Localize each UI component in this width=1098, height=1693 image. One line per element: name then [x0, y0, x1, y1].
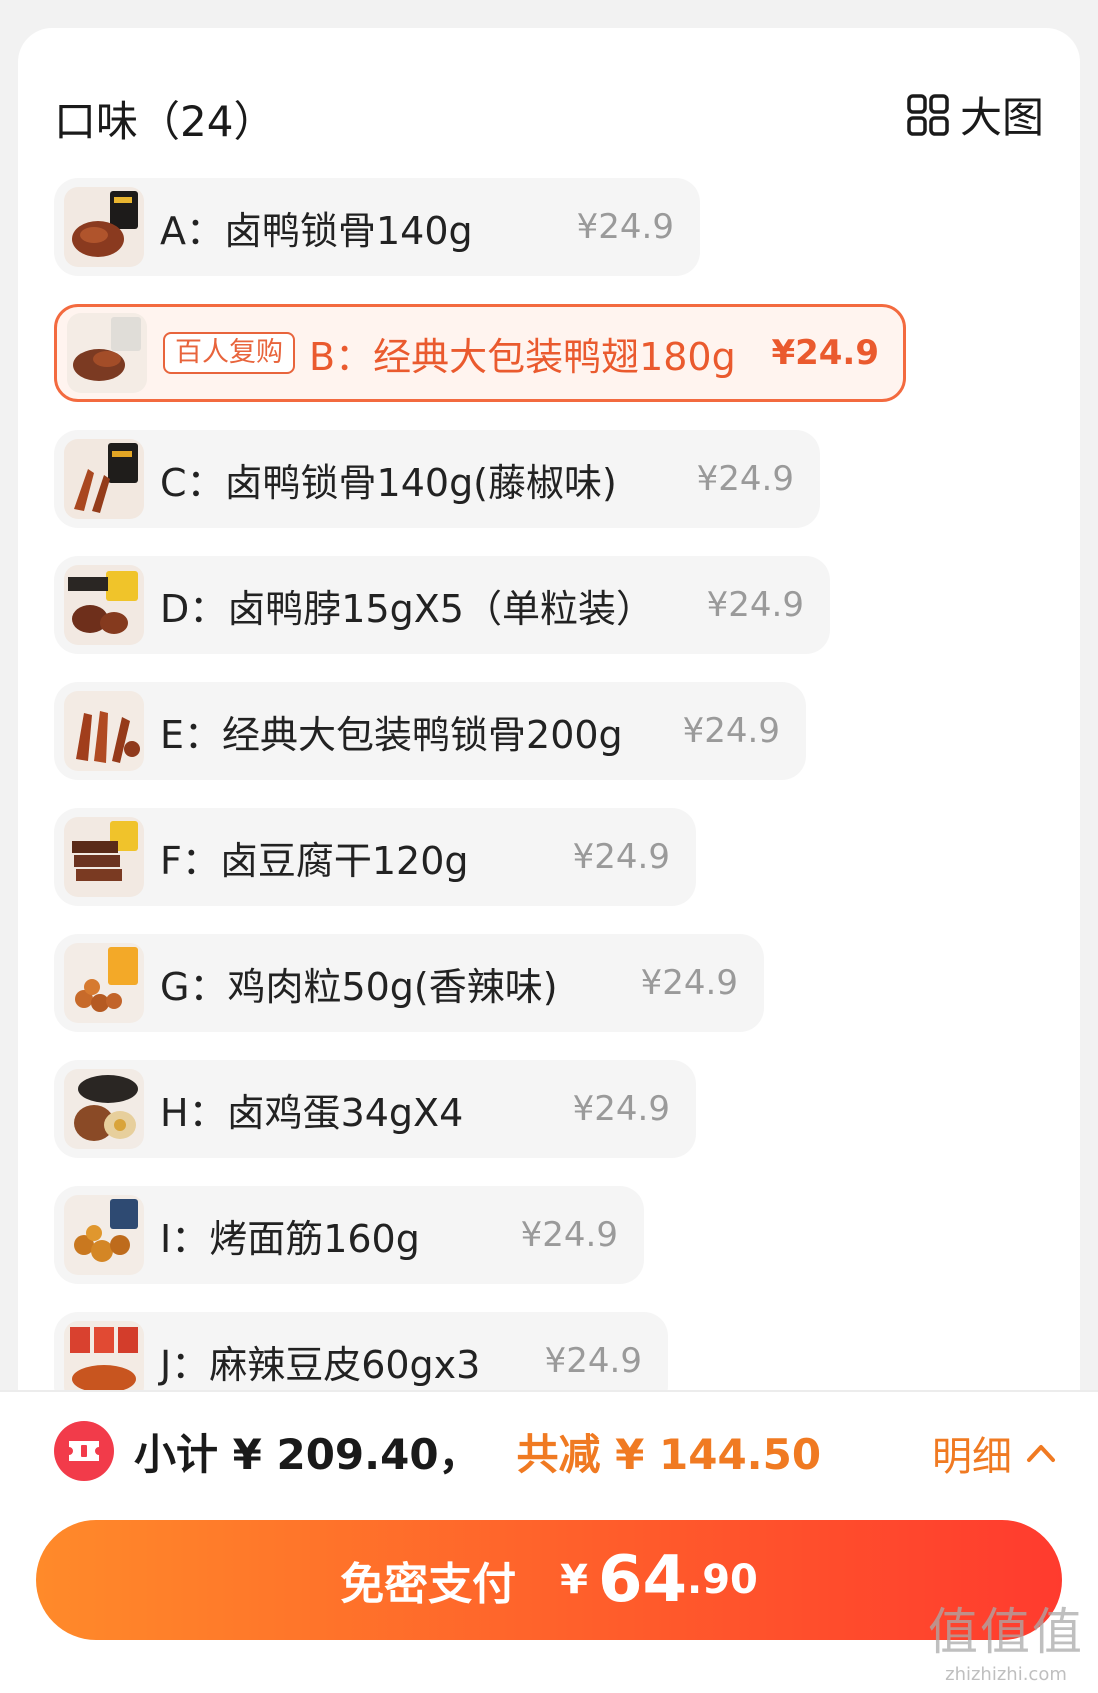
option-label: F：卤豆腐干120g — [160, 838, 469, 883]
flavor-option-h[interactable]: H：卤鸡蛋34gX4 ¥24.9 — [54, 1060, 696, 1158]
thumb-spicy-tofu-skin — [64, 1321, 144, 1401]
flavor-option-a[interactable]: A：卤鸭锁骨140g ¥24.9 — [54, 178, 700, 276]
site-watermark: 值值值 zhizhizhi.com — [928, 1592, 1084, 1685]
flavor-title: 口味（24） — [54, 97, 276, 146]
pay-amount-decimal: .90 — [687, 1557, 758, 1603]
flavor-option-c[interactable]: C：卤鸭锁骨140g(藤椒味) ¥24.9 — [54, 430, 820, 528]
big-view-label: 大图 — [959, 93, 1044, 142]
chevron-up-icon — [1027, 1445, 1055, 1462]
option-price: ¥24.9 — [640, 963, 738, 1003]
flavor-option-b[interactable]: 百人复购 B：经典大包装鸭翅180g ¥24.9 — [54, 304, 906, 402]
option-price: ¥24.9 — [572, 837, 670, 877]
option-label: B：经典大包装鸭翅180g — [309, 334, 736, 379]
detail-toggle[interactable]: 明细 — [932, 1424, 1058, 1482]
option-price: ¥24.9 — [572, 1089, 670, 1129]
thumb-duck-clavicle — [64, 187, 144, 267]
option-label: A：卤鸭锁骨140g — [160, 208, 473, 253]
option-price: ¥24.9 — [696, 459, 794, 499]
flavor-option-f[interactable]: F：卤豆腐干120g ¥24.9 — [54, 808, 696, 906]
pay-label: 免密支付 — [340, 1559, 517, 1610]
thumb-duck-wing — [67, 313, 147, 393]
pay-amount-integer: 64 — [597, 1543, 688, 1617]
option-price: ¥24.9 — [544, 1341, 642, 1381]
watermark-site: zhizhizhi.com — [945, 1664, 1067, 1685]
repurchase-badge: 百人复购 — [163, 332, 295, 374]
option-price: ¥24.9 — [771, 333, 879, 373]
thumb-dried-tofu — [64, 817, 144, 897]
thumb-duck-neck — [64, 565, 144, 645]
checkout-footer: 小计 ¥ 209.40， 共减 ¥ 144.50 明细 免密支付 ¥ 64 .9… — [0, 1392, 1098, 1693]
option-label: D：卤鸭脖15gX5（单粒装） — [160, 586, 654, 631]
subtotal-row: 小计 ¥ 209.40， 共减 ¥ 144.50 明细 — [52, 1416, 1058, 1486]
option-label: E：经典大包装鸭锁骨200g — [160, 712, 623, 757]
option-label: H：卤鸡蛋34gX4 — [160, 1090, 464, 1135]
option-label: C：卤鸭锁骨140g(藤椒味) — [160, 460, 617, 505]
thumb-duck-clavicle-pepper — [64, 439, 144, 519]
thumb-roasted-gluten — [64, 1195, 144, 1275]
flavor-option-g[interactable]: G：鸡肉粒50g(香辣味) ¥24.9 — [54, 934, 764, 1032]
option-label: I：烤面筋160g — [160, 1216, 420, 1261]
option-label: G：鸡肉粒50g(香辣味) — [160, 964, 558, 1009]
flavor-option-d[interactable]: D：卤鸭脖15gX5（单粒装） ¥24.9 — [54, 556, 830, 654]
option-label: J：麻辣豆皮60gx3 — [160, 1342, 481, 1387]
flavor-option-i[interactable]: I：烤面筋160g ¥24.9 — [54, 1186, 644, 1284]
option-price: ¥24.9 — [576, 207, 674, 247]
option-price: ¥24.9 — [520, 1215, 618, 1255]
option-price: ¥24.9 — [706, 585, 804, 625]
flavor-option-e[interactable]: E：经典大包装鸭锁骨200g ¥24.9 — [54, 682, 806, 780]
big-view-button[interactable]: 大图 — [906, 84, 1044, 145]
grid-icon — [907, 93, 949, 136]
watermark-brand: 值值值 — [928, 1603, 1084, 1661]
subtotal-text: 小计 ¥ 209.40， — [134, 1429, 481, 1479]
option-price: ¥24.9 — [682, 711, 780, 751]
thumb-duck-clavicle-large — [64, 691, 144, 771]
detail-label: 明细 — [932, 1434, 1012, 1480]
coupon-icon — [54, 1421, 114, 1481]
thumb-braised-egg — [64, 1069, 144, 1149]
password-free-pay-button[interactable]: 免密支付 ¥ 64 .90 — [36, 1520, 1062, 1640]
thumb-chicken-bits — [64, 943, 144, 1023]
discount-text: 共减 ¥ 144.50 — [516, 1429, 822, 1479]
sheet-header: 口味（24） 大图 — [54, 80, 1044, 150]
pay-currency: ¥ — [560, 1557, 588, 1603]
